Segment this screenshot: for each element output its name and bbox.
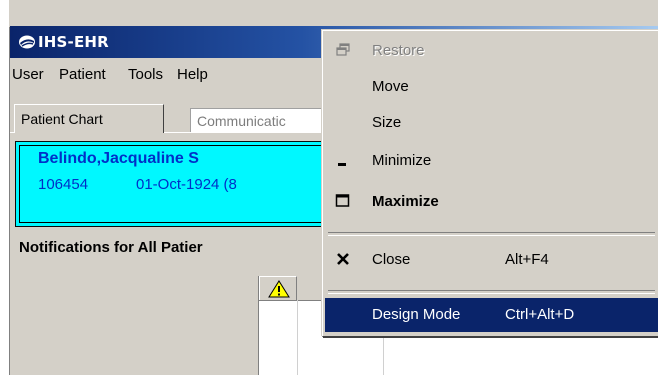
menu-move-label: Move	[372, 78, 409, 95]
maximize-icon	[335, 194, 350, 207]
menu-close[interactable]: Close Alt+F4	[325, 243, 658, 277]
menu-help[interactable]: Help	[177, 66, 208, 83]
tab-communication-label: Communicatic	[197, 113, 286, 129]
patient-id: 106454	[38, 176, 89, 193]
menu-tools[interactable]: Tools	[128, 66, 163, 83]
menu-close-shortcut: Alt+F4	[505, 251, 549, 268]
menu-minimize-label: Minimize	[372, 152, 432, 169]
menu-minimize[interactable]: Minimize	[325, 144, 658, 178]
tab-patient-chart[interactable]: Patient Chart	[14, 104, 164, 133]
app-logo-icon[interactable]	[18, 34, 36, 50]
menu-restore[interactable]: Restore	[325, 34, 658, 68]
menu-size[interactable]: Size	[325, 106, 658, 140]
close-icon	[337, 253, 349, 265]
grid-column-divider	[297, 300, 298, 375]
patient-banner[interactable]: Belindo,Jacqualine S 106454 01-Oct-1924 …	[15, 141, 335, 227]
menu-user[interactable]: User	[12, 66, 44, 83]
patient-name: Belindo,Jacqualine S	[38, 150, 199, 167]
menu-maximize[interactable]: Maximize	[325, 185, 658, 219]
patient-dob: 01-Oct-1924 (8	[136, 176, 237, 193]
menu-move[interactable]: Move	[325, 70, 658, 104]
grid-header-alert-column[interactable]	[259, 276, 297, 300]
left-border	[0, 0, 9, 375]
window-title: IHS-EHR	[38, 33, 109, 51]
tab-communication[interactable]: Communicatic	[190, 108, 330, 132]
menu-design-mode[interactable]: Design Mode Ctrl+Alt+D	[325, 298, 658, 332]
menu-restore-label: Restore	[372, 42, 425, 59]
restore-icon	[336, 43, 350, 56]
menu-patient[interactable]: Patient	[59, 66, 106, 83]
menu-size-label: Size	[372, 114, 402, 131]
system-context-menu: Restore Move Size Minimize Maximize Clos…	[321, 29, 658, 336]
menu-design-mode-label: Design Mode	[372, 306, 461, 323]
menu-close-label: Close	[372, 251, 411, 268]
warning-icon	[268, 280, 290, 298]
notifications-title: Notifications for All Patier	[19, 239, 203, 256]
menu-maximize-label: Maximize	[372, 193, 439, 210]
menu-separator	[328, 232, 655, 236]
tab-patient-chart-label: Patient Chart	[21, 111, 103, 127]
minimize-icon	[338, 163, 346, 166]
menu-design-mode-shortcut: Ctrl+Alt+D	[505, 306, 575, 323]
menu-separator	[328, 290, 655, 294]
